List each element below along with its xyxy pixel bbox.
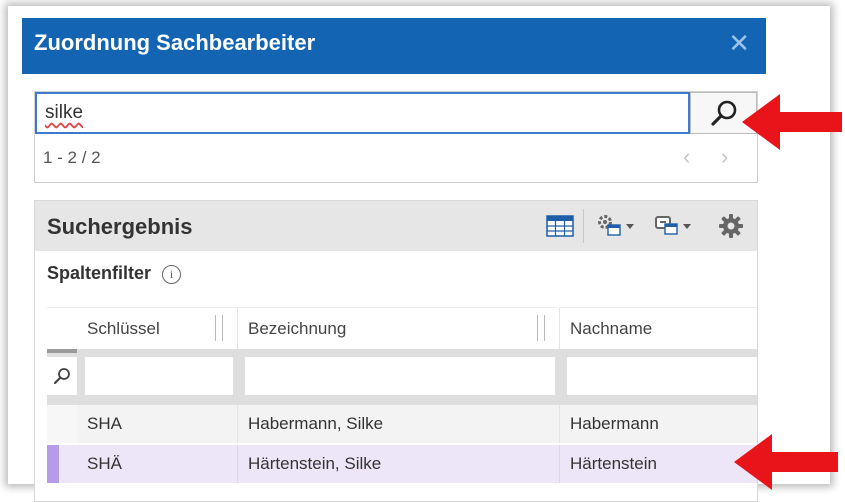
filter-search-cell xyxy=(47,357,77,395)
filter-band-marker xyxy=(47,349,77,353)
pager-prev-icon[interactable]: ‹ xyxy=(683,144,690,170)
results-title: Suchergebnis xyxy=(47,214,193,239)
cell-name: Härtenstein, Silke xyxy=(237,445,559,483)
column-header-name[interactable]: Bezeichnung xyxy=(237,307,557,349)
search-icon xyxy=(53,368,70,385)
dialog-titlebar: Zuordnung Sachbearbeiter ✕ xyxy=(22,18,766,74)
cell-lastname: Härtenstein xyxy=(559,445,757,483)
cell-key: SHÄ xyxy=(87,454,122,473)
filter-input-name[interactable] xyxy=(245,357,555,395)
column-header-key-label: Schlüssel xyxy=(87,319,160,338)
info-icon[interactable]: i xyxy=(162,265,182,284)
search-input[interactable]: silke xyxy=(35,92,690,134)
pager-next-icon[interactable]: › xyxy=(721,144,728,170)
column-settings-icon[interactable] xyxy=(595,212,639,240)
column-filter-row xyxy=(47,349,757,405)
pager-text: 1 - 2 / 2 xyxy=(43,148,101,167)
column-header-lastname[interactable]: Nachname xyxy=(559,307,757,349)
annotation-arrow-icon xyxy=(742,94,842,150)
dialog-title: Zuordnung Sachbearbeiter xyxy=(34,30,316,55)
results-header: Suchergebnis xyxy=(35,201,757,251)
search-input-value: silke xyxy=(45,102,84,123)
annotation-arrow-icon xyxy=(734,434,838,490)
filter-input-key[interactable] xyxy=(85,357,233,395)
gear-icon[interactable] xyxy=(717,212,745,240)
close-icon[interactable]: ✕ xyxy=(728,28,750,59)
filter-input-lastname[interactable] xyxy=(567,357,757,395)
column-filter-label: Spaltenfilter i xyxy=(47,263,182,284)
row-marker-header xyxy=(47,307,77,350)
cell-lastname: Habermann xyxy=(559,405,757,443)
column-filter-text: Spaltenfilter xyxy=(47,263,152,283)
table-row-selected[interactable]: SHÄ Härtenstein, Silke Härtenstein xyxy=(47,445,757,483)
toolbar-divider xyxy=(583,209,584,243)
cell-key: SHA xyxy=(87,414,122,433)
column-resize-handle[interactable] xyxy=(215,315,223,341)
row-marker xyxy=(47,405,77,443)
table-view-icon[interactable] xyxy=(545,212,575,240)
export-icon[interactable] xyxy=(653,212,697,240)
search-panel: silke 1 - 2 / 2 ‹ › xyxy=(34,91,758,183)
selected-row-marker xyxy=(47,445,59,483)
column-header-name-label: Bezeichnung xyxy=(248,319,347,338)
cell-name: Habermann, Silke xyxy=(237,405,559,443)
results-panel: Suchergebnis Spaltenfilter i Schlüssel B… xyxy=(34,200,758,502)
table-row[interactable]: SHA Habermann, Silke Habermann xyxy=(47,405,757,443)
column-resize-handle[interactable] xyxy=(537,315,545,341)
column-header-lastname-label: Nachname xyxy=(570,319,653,338)
column-header-key[interactable]: Schlüssel xyxy=(77,307,237,349)
